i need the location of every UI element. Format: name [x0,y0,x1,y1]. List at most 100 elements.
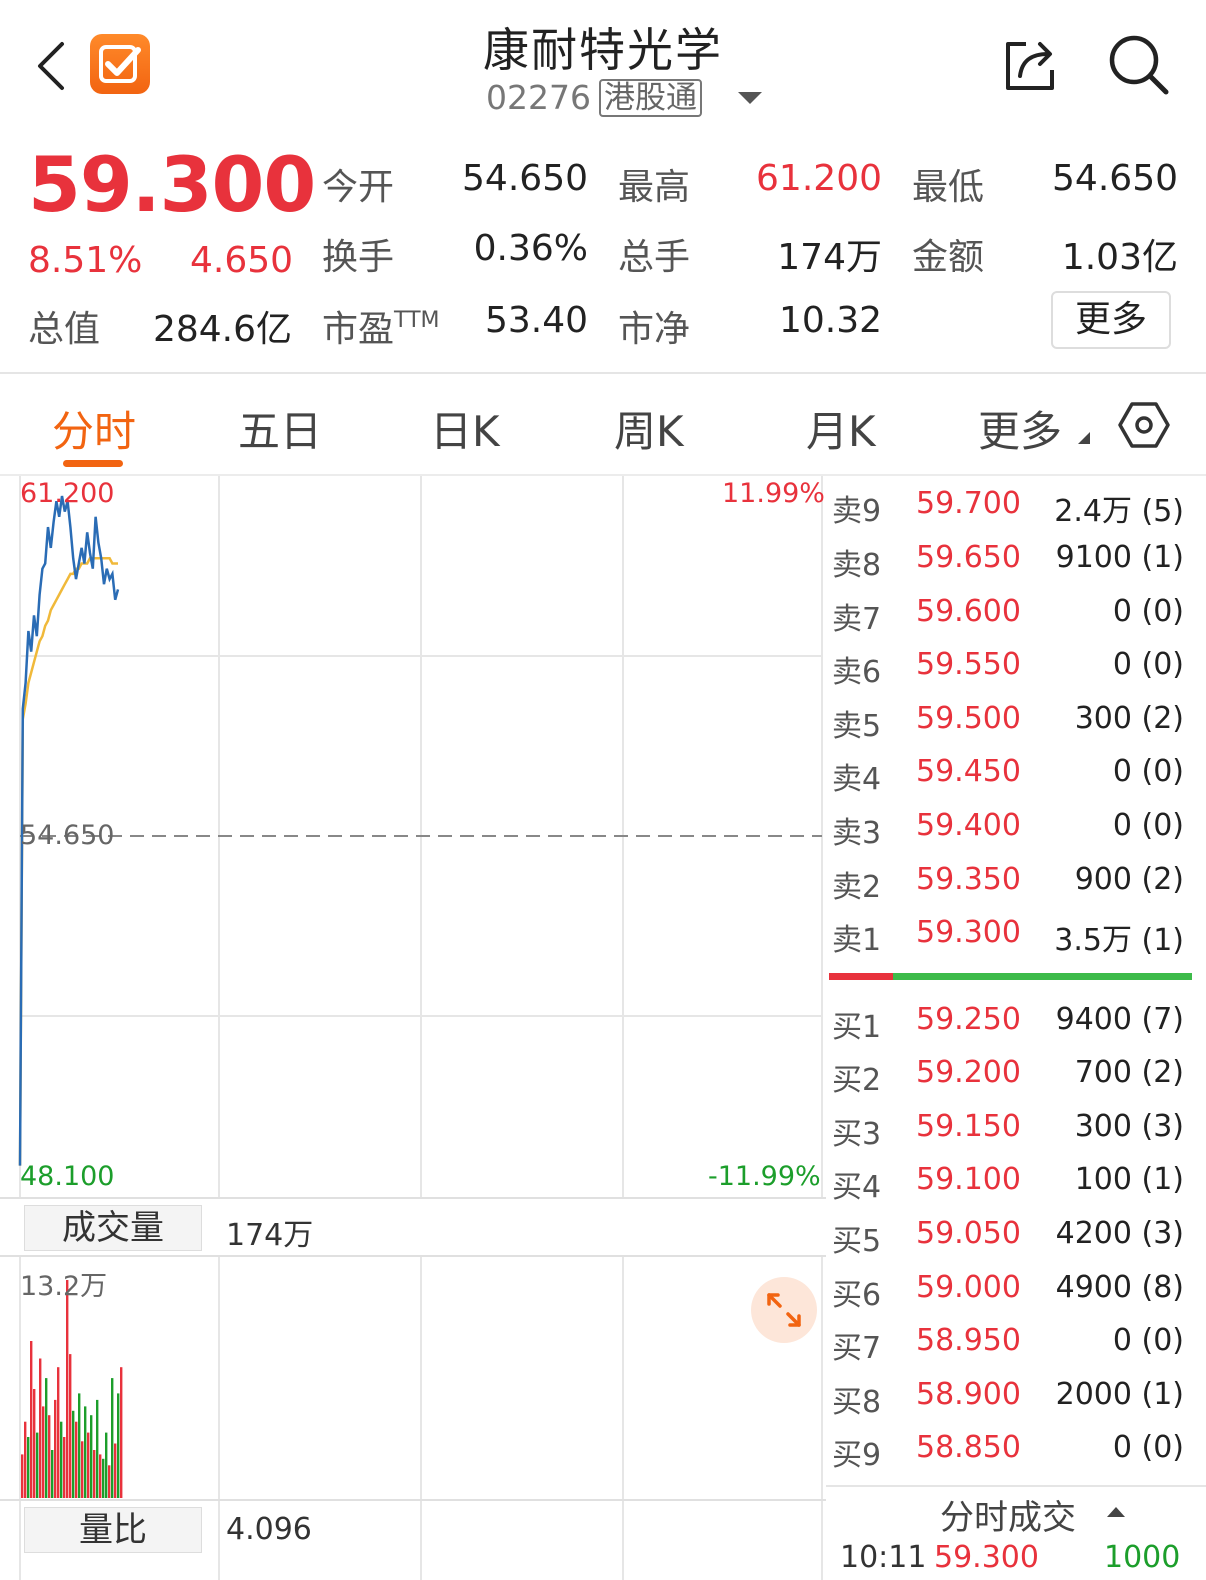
ask-row[interactable]: 卖8 59.650 9100 (1) [832,540,1184,594]
volume-bar [36,1432,39,1498]
volume-bar [78,1393,81,1498]
volume-bar [99,1454,102,1498]
volume-bar [69,1354,72,1498]
volume-bar [60,1421,63,1498]
volume-bars [21,1280,123,1498]
volume-bar [120,1367,123,1498]
tab-monthly-k[interactable]: 月K [806,398,876,459]
bid-row[interactable]: 买8 58.900 2000 (1) [832,1377,1184,1431]
change-amount: 4.650 [190,240,294,281]
y-axis-mid-label: 54.650 [20,820,115,851]
volume-bar [114,1443,117,1498]
divider [826,1485,1206,1487]
volume-max-label: 13.2万 [20,1271,108,1302]
volume-bar [66,1280,69,1498]
volume-bar [54,1399,57,1498]
bid-row[interactable]: 买1 59.250 9400 (7) [832,1002,1184,1056]
bid-row[interactable]: 买3 59.150 300 (3) [832,1109,1184,1163]
tab-more[interactable]: 更多 [978,398,1062,459]
ask-row[interactable]: 卖6 59.550 0 (0) [832,647,1184,701]
divider [0,372,1206,374]
volume-total: 174万 [226,1218,314,1253]
current-price: 59.300 [28,140,316,229]
chart-grid [0,476,826,1580]
volume-bar [81,1441,84,1498]
corner-caret-icon [1078,432,1090,444]
stat-open-label: 今开 [322,167,395,208]
stock-code: 02276 [486,78,591,117]
bid-row[interactable]: 买2 59.200 700 (2) [832,1055,1184,1109]
volume-bar [102,1458,105,1498]
volume-bar [75,1421,78,1498]
volume-bar [72,1410,75,1498]
tick-trades-header[interactable]: 分时成交 [940,1490,1076,1539]
volume-bar [51,1450,54,1498]
volume-bar [84,1406,87,1498]
stat-pb-label: 市净 [618,309,691,350]
bid-row[interactable]: 买5 59.050 4200 (3) [832,1216,1184,1270]
stat-pe-value: 53.40 [484,300,588,341]
ask-row[interactable]: 卖3 59.400 0 (0) [832,808,1184,862]
bid-ratio-bar [893,973,1192,980]
volume-indicator-tab[interactable]: 成交量 [24,1205,202,1251]
volume-bar [57,1367,60,1498]
tab-weekly-k[interactable]: 周K [614,398,684,459]
stat-amount-value: 1.03亿 [1061,237,1178,278]
stat-low-value: 54.650 [1052,158,1178,199]
volume-bar [39,1358,42,1498]
intraday-chart[interactable] [0,476,826,1580]
volume-bar [90,1415,93,1498]
stat-high-label: 最高 [618,167,691,208]
volume-bar [45,1378,48,1498]
volume-bar [21,1454,24,1498]
settings-icon[interactable] [1118,400,1170,450]
stat-high-value: 61.200 [756,158,882,199]
volume-bar [30,1341,33,1498]
more-stats-button[interactable]: 更多 [1051,291,1171,349]
dropdown-caret-icon[interactable] [736,90,764,106]
volume-ratio-tab[interactable]: 量比 [24,1507,202,1553]
expand-chart-button[interactable] [751,1277,817,1343]
volume-bar [108,1465,111,1498]
change-percent: 8.51% [28,240,143,281]
ask-row[interactable]: 卖4 59.450 0 (0) [832,754,1184,808]
ask-ratio-bar [829,973,893,980]
active-tab-indicator [63,460,123,467]
share-icon[interactable] [1000,36,1060,96]
stat-mktcap-value: 284.6亿 [152,309,292,350]
stat-low-label: 最低 [912,167,985,208]
ask-row[interactable]: 卖2 59.350 900 (2) [832,862,1184,916]
volume-bar [93,1450,96,1498]
tab-intraday[interactable]: 分时 [52,398,136,459]
tab-five-day[interactable]: 五日 [238,398,322,459]
volume-bar [105,1432,108,1498]
volume-bar [63,1437,66,1498]
ask-row[interactable]: 卖9 59.700 2.4万 (5) [832,486,1184,540]
bid-row[interactable]: 买4 59.100 100 (1) [832,1162,1184,1216]
search-icon[interactable] [1106,32,1170,96]
volume-bar [87,1432,90,1498]
tab-daily-k[interactable]: 日K [430,398,500,459]
stat-mktcap-label: 总值 [28,309,101,350]
stat-turnover-label: 换手 [322,237,395,278]
bid-row[interactable]: 买6 59.000 4900 (8) [832,1270,1184,1324]
volume-ratio-value: 4.096 [226,1512,312,1547]
volume-bar [33,1389,36,1498]
stock-code-row[interactable]: 02276 港股通 [486,78,702,117]
bid-row[interactable]: 买9 58.850 0 (0) [832,1430,1184,1484]
market-badge: 港股通 [598,78,702,117]
stat-open-value: 54.650 [462,158,588,199]
collapse-caret-icon[interactable] [1106,1506,1126,1518]
ask-row[interactable]: 卖5 59.500 300 (2) [832,701,1184,755]
ask-row[interactable]: 卖7 59.600 0 (0) [832,594,1184,648]
ask-row[interactable]: 卖1 59.300 3.5万 (1) [832,915,1184,969]
top-bar: 康耐特光学 02276 港股通 [0,0,1206,135]
average-price-line [18,557,118,1166]
stat-volume-value: 174万 [777,237,882,278]
volume-bar [42,1406,45,1498]
stat-volume-label: 总手 [618,237,691,278]
volume-bar [117,1393,120,1498]
volume-bar [48,1415,51,1498]
tick-price: 59.300 [934,1540,1039,1575]
bid-row[interactable]: 买7 58.950 0 (0) [832,1323,1184,1377]
